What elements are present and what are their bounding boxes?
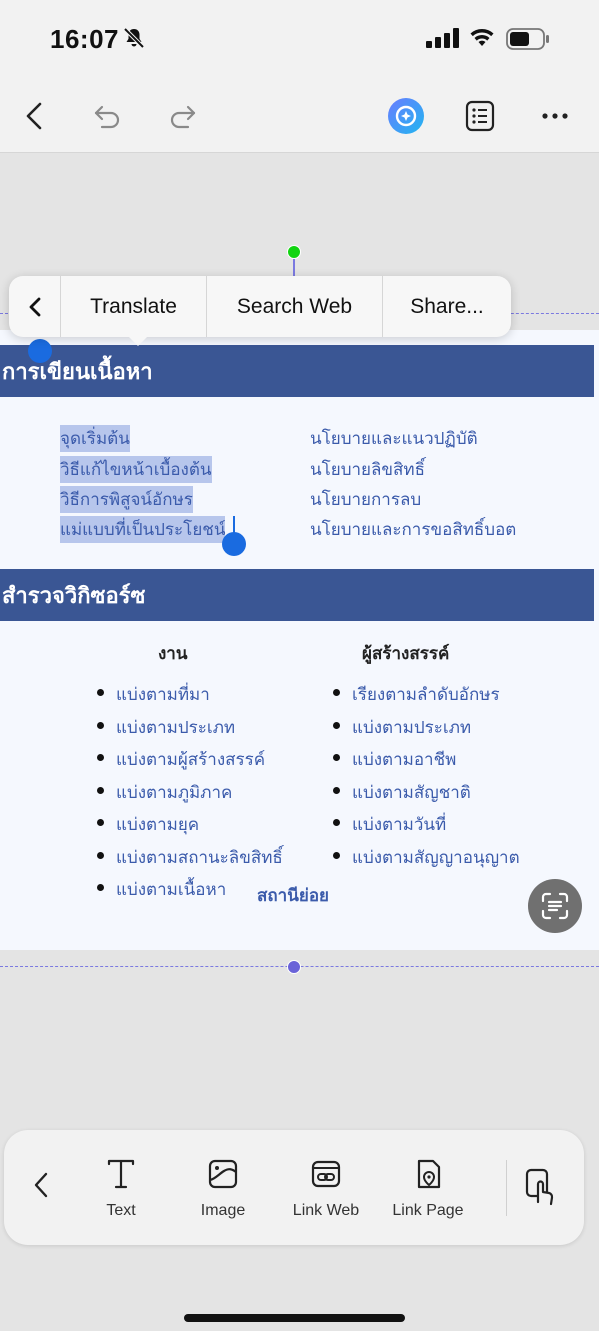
back-icon[interactable] (14, 80, 54, 152)
link-portals[interactable]: สถานีย่อย (0, 882, 586, 909)
status-bar: 16:07 (0, 0, 599, 80)
cellular-signal-icon (426, 28, 460, 53)
menu-search-web[interactable]: Search Web (207, 276, 383, 337)
insert-text-button[interactable]: Text (76, 1158, 166, 1220)
chevron-left-icon[interactable] (32, 1170, 50, 1205)
list-item[interactable]: แบ่งตามสัญชาติ (331, 779, 471, 806)
insert-text-label: Text (106, 1202, 136, 1219)
silent-bell-icon (122, 26, 146, 55)
insert-image-label: Image (200, 1202, 246, 1219)
redo-icon[interactable] (162, 80, 202, 152)
link-basic-editing[interactable]: วิธีแก้ไขหน้าเบื้องต้น (60, 456, 212, 483)
link-web-icon (281, 1158, 371, 1194)
link-policies[interactable]: นโยบายและแนวปฏิบัติ (310, 425, 478, 452)
list-item[interactable]: แบ่งตามภูมิภาค (95, 779, 232, 806)
list-item[interactable]: แบ่งตามประเภท (331, 714, 471, 741)
link-copyright-policy[interactable]: นโยบายลิขสิทธิ์ (310, 456, 425, 483)
link-getting-started[interactable]: จุดเริ่มต้น (60, 425, 130, 452)
menu-translate[interactable]: Translate (61, 276, 207, 337)
column-title-works: งาน (158, 644, 188, 663)
menu-back-button[interactable] (9, 276, 61, 337)
text-selection-menu: Translate Search Web Share... (9, 276, 511, 337)
text-tool-icon (76, 1158, 166, 1194)
rotate-handle[interactable] (287, 245, 301, 259)
scan-text-button[interactable] (528, 879, 582, 933)
list-item[interactable]: แบ่งตามอาชีพ (331, 746, 456, 773)
selection-end-handle[interactable] (222, 532, 246, 556)
image-tool-icon (178, 1158, 268, 1194)
web-page-snapshot: การเขียนเนื้อหา จุดเริ่มต้น วิธีแก้ไขหน้… (0, 330, 599, 950)
list-item[interactable]: แบ่งตามที่มา (95, 681, 210, 708)
list-item[interactable]: แบ่งตามวันที่ (331, 811, 446, 838)
ai-assistant-icon[interactable] (384, 80, 428, 152)
link-useful-templates[interactable]: แม่แบบที่เป็นประโยชน์ (60, 516, 226, 543)
home-indicator (184, 1314, 405, 1322)
section-header-explore: สำรวจวิกิซอร์ซ (0, 569, 594, 621)
status-time: 16:07 (50, 24, 119, 54)
menu-share[interactable]: Share... (383, 276, 511, 337)
menu-pointer (127, 335, 149, 346)
scan-text-icon (541, 892, 569, 920)
list-item[interactable]: แบ่งตามประเภท (95, 714, 235, 741)
insert-toolbar: Text Image Link Web Link Page (4, 1130, 584, 1245)
link-page-icon (383, 1158, 473, 1194)
insert-link-web-label: Link Web (292, 1202, 360, 1219)
link-proofreading[interactable]: วิธีการพิสูจน์อักษร (60, 486, 193, 513)
link-deletion-policy[interactable]: นโยบายการลบ (310, 486, 421, 513)
insert-link-page-label: Link Page (392, 1202, 464, 1219)
outline-icon[interactable] (460, 80, 500, 152)
rotate-handle-stem (293, 256, 295, 276)
section-header-writing: การเขียนเนื้อหา (0, 345, 594, 397)
undo-icon[interactable] (88, 80, 128, 152)
list-item[interactable]: แบ่งตามผู้สร้างสรรค์ (95, 746, 265, 773)
selection-start-handle[interactable] (28, 339, 52, 363)
wifi-icon (468, 26, 496, 53)
more-icon[interactable] (534, 80, 576, 152)
list-item[interactable]: แบ่งตามยุค (95, 811, 199, 838)
battery-icon (506, 28, 550, 55)
toolbar-divider (506, 1160, 507, 1216)
list-item[interactable]: แบ่งตามสถานะลิขสิทธิ์ (95, 844, 283, 871)
insert-link-web-button[interactable]: Link Web (281, 1158, 371, 1220)
list-item[interactable]: เรียงตามลำดับอักษร (331, 681, 500, 708)
column-title-authors: ผู้สร้างสรรค์ (362, 644, 450, 663)
insert-link-page-button[interactable]: Link Page (383, 1158, 473, 1220)
list-item[interactable]: แบ่งตามสัญญาอนุญาต (331, 844, 520, 871)
top-toolbar (0, 80, 599, 153)
chevron-left-icon (29, 297, 40, 316)
resize-handle-bottom[interactable] (287, 960, 301, 974)
link-bot-policy[interactable]: นโยบายและการขอสิทธิ์บอต (310, 516, 516, 543)
touch-mode-icon[interactable] (524, 1168, 560, 1211)
insert-image-button[interactable]: Image (178, 1158, 268, 1220)
